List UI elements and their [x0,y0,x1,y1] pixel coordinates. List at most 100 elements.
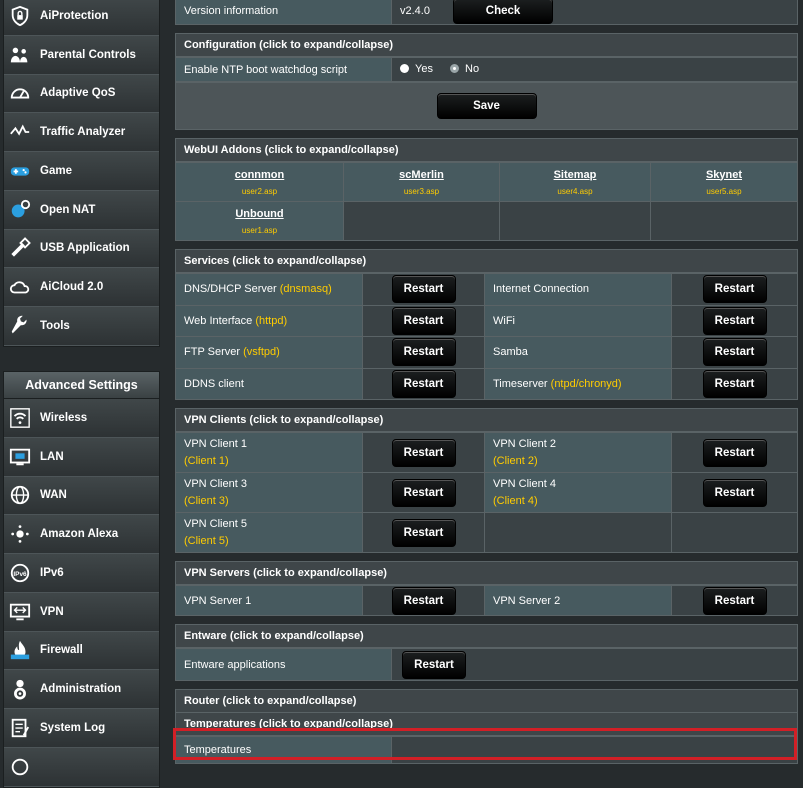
addon-link[interactable]: Sitemap [508,169,642,181]
restart-vpn-server-1-button[interactable]: Restart [391,586,456,615]
log-icon [8,716,32,740]
sidebar-item-traffic-analyzer[interactable]: Traffic Analyzer [4,113,159,152]
service-action: Restart [671,273,798,306]
service-row: Web Interface (httpd) Restart WiFi Resta… [175,304,798,337]
service-row: DDNS client Restart Timeserver (ntpd/chr… [175,367,798,400]
network-tools-icon [8,755,32,779]
addon-empty [343,201,500,241]
sidebar-item-label: AiCloud 2.0 [40,281,104,294]
sidebar-item-system-log[interactable]: System Log [4,709,159,748]
sidebar-item-lan[interactable]: LAN [4,437,159,477]
restart-vpn-client-1-button[interactable]: Restart [391,438,456,467]
service-name: Web Interface [184,314,256,327]
vpn-client-row: VPN Client 1 (Client 1) Restart VPN Clien… [175,432,798,473]
sidebar-item-aiprotection[interactable]: AiProtection [4,0,159,36]
vpn-servers-table: VPN Server 1 Restart VPN Server 2 Restar… [175,585,798,616]
sidebar-item-administration[interactable]: Administration [4,670,159,709]
vpn-client-row: VPN Client 3 (Client 3) Restart VPN Clien… [175,472,798,513]
restart-vpn-server-2-button[interactable]: Restart [702,586,767,615]
vpn-client-action: Restart [671,472,798,513]
service-tag: (httpd) [255,314,288,327]
vpn-servers-header[interactable]: VPN Servers (click to expand/collapse) [175,561,798,585]
usb-icon [8,236,32,260]
sidebar-item-label: VPN [40,605,64,618]
sidebar-item-label: Parental Controls [40,48,136,61]
firewall-icon [8,638,32,662]
router-header[interactable]: Router (click to expand/collapse) [175,689,798,713]
ntp-no-radio[interactable]: No [450,63,479,75]
vpn-client-sub: (Client 5) [184,535,229,547]
ntp-watchdog-options: Yes No [391,57,798,82]
vpn-client-sub: (Client 1) [184,455,229,467]
addon-empty [650,201,798,241]
vpn-client-action: Restart [362,472,485,513]
sidebar-item-aicloud[interactable]: AiCloud 2.0 [4,268,159,307]
check-button[interactable]: Check [453,0,554,24]
service-label: FTP Server (vsftpd) [175,336,363,369]
sidebar-item-wan[interactable]: WAN [4,476,159,516]
sidebar-item-open-nat[interactable]: Open NAT [4,190,159,230]
sidebar-item-label: Open NAT [40,203,96,216]
addon-link[interactable]: connmon [184,169,335,181]
restart-ddns-button[interactable]: Restart [391,369,456,398]
restart-vpn-client-5-button[interactable]: Restart [391,518,456,547]
configuration-header[interactable]: Configuration (click to expand/collapse) [175,33,798,57]
entware-header[interactable]: Entware (click to expand/collapse) [175,624,798,648]
vpn-client-name: VPN Client 1 [184,438,247,450]
addon-link[interactable]: Unbound [184,208,335,220]
addon-page: user1.asp [241,225,278,235]
advanced-menu: Advanced Settings Wireless LAN WAN Amazo… [3,371,160,788]
vpn-client-name: VPN Client 2 [493,438,556,450]
sidebar-item-label: AiProtection [40,9,109,22]
restart-internet-button[interactable]: Restart [702,275,767,304]
service-tag: (vsftpd) [243,346,280,359]
addon-link[interactable]: scMerlin [352,169,491,181]
sidebar-item-adaptive-qos[interactable]: Adaptive QoS [4,74,159,114]
ntp-yes-radio[interactable]: Yes [400,63,433,75]
restart-entware-button[interactable]: Restart [402,650,466,679]
save-button[interactable]: Save [436,93,537,119]
service-name: DNS/DHCP Server [184,283,280,296]
service-tag: (dnsmasq) [279,283,332,296]
restart-vsftpd-button[interactable]: Restart [391,338,456,367]
sidebar-item-firewall[interactable]: Firewall [4,631,159,671]
lan-icon [8,445,32,469]
sidebar: AiProtection Parental Controls Adaptive … [0,0,160,788]
version-table: Version information v2.4.0 Check [175,0,798,25]
service-label: Timeserver (ntpd/chronyd) [484,367,672,400]
radio-selected-icon [450,64,460,74]
sidebar-item-vpn[interactable]: VPN [4,592,159,632]
restart-vpn-client-3-button[interactable]: Restart [391,478,456,507]
vpn-clients-header[interactable]: VPN Clients (click to expand/collapse) [175,408,798,432]
sidebar-item-tools[interactable]: Tools [4,307,159,346]
sidebar-item-game[interactable]: Game [4,152,159,191]
family-icon [8,43,32,67]
sidebar-item-label: WAN [40,489,67,502]
sidebar-item-parental-controls[interactable]: Parental Controls [4,35,159,75]
services-header[interactable]: Services (click to expand/collapse) [175,249,798,273]
service-label: Web Interface (httpd) [175,304,363,337]
vpn-client-label: VPN Client 4 (Client 4) [484,472,672,513]
vpn-client-row: VPN Client 5 (Client 5) Restart [175,512,798,553]
sidebar-item-usb-application[interactable]: USB Application [4,229,159,269]
restart-vpn-client-2-button[interactable]: Restart [702,438,767,467]
restart-timeserver-button[interactable]: Restart [702,369,767,398]
restart-httpd-button[interactable]: Restart [391,306,456,335]
service-action: Restart [671,336,798,369]
addon-empty [499,201,651,241]
restart-wifi-button[interactable]: Restart [702,306,767,335]
sidebar-item-wireless[interactable]: Wireless [4,399,159,438]
restart-dnsmasq-button[interactable]: Restart [391,275,456,304]
shield-lock-icon [8,4,32,28]
restart-vpn-client-4-button[interactable]: Restart [702,478,767,507]
sidebar-item-network-tools[interactable] [4,747,159,787]
wrench-icon [8,314,32,338]
addon-link[interactable]: Skynet [659,169,789,181]
vpn-client-sub: (Client 3) [184,495,229,507]
sidebar-item-amazon-alexa[interactable]: Amazon Alexa [4,515,159,554]
vpn-server-label: VPN Server 2 [484,585,672,616]
addon-page: user5.asp [706,186,742,196]
restart-samba-button[interactable]: Restart [702,338,767,367]
sidebar-item-ipv6[interactable]: IPv6 IPv6 [4,554,159,593]
addons-header[interactable]: WebUI Addons (click to expand/collapse) [175,138,798,162]
